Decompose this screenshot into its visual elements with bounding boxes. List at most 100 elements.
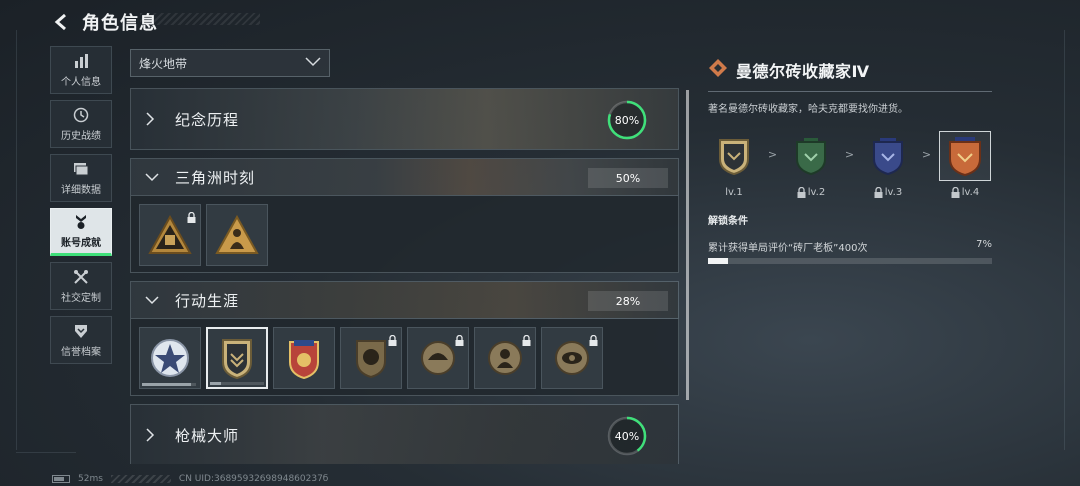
mode-dropdown[interactable]: 烽火地带 xyxy=(130,49,330,77)
diamond-icon xyxy=(708,58,728,82)
condition-percent: 7% xyxy=(976,239,992,250)
arrow-right-icon: > xyxy=(767,148,778,161)
frame-line-right xyxy=(1064,30,1065,450)
level-progression: lv.1 > lv.2 > lv.3 > lv.4 xyxy=(708,131,992,198)
condition-text: 累计获得单局评价“砖厂老板”400次 xyxy=(708,243,868,254)
arrow-right-icon: > xyxy=(844,148,855,161)
section-badges-delta-moments xyxy=(130,196,679,273)
sidebar-item-personal-info[interactable]: 个人信息 xyxy=(50,46,112,94)
section-title: 纪念历程 xyxy=(175,110,240,129)
badge-tile[interactable] xyxy=(139,204,201,266)
crest-shield-badge-icon xyxy=(289,340,319,380)
ping-text: 52ms xyxy=(78,474,103,484)
sidebar-item-label: 账号成就 xyxy=(61,238,101,249)
frame-line-left xyxy=(16,30,17,450)
badge-tile-locked[interactable] xyxy=(474,327,536,389)
orange-crest-shield-icon xyxy=(949,137,981,176)
brick-collector-shield-icon xyxy=(222,339,252,380)
progress-percent: 28% xyxy=(588,291,668,311)
chevron-right-icon xyxy=(145,112,165,126)
data-cards-icon xyxy=(72,160,90,178)
achievement-icon xyxy=(72,213,90,231)
level-3[interactable]: lv.3 xyxy=(862,131,914,198)
lock-icon xyxy=(589,331,598,350)
sidebar-item-label: 详细数据 xyxy=(61,185,101,196)
sidebar: 个人信息 历史战绩 详细数据 账号成就 社交定制 信誉档案 xyxy=(50,46,112,370)
section-header-delta-moments[interactable]: 三角洲时刻 50% xyxy=(130,158,679,196)
frame-line-bottom xyxy=(16,452,76,453)
arrow-right-icon: > xyxy=(921,148,932,161)
badge-tile-locked[interactable] xyxy=(541,327,603,389)
progress-percent: 80% xyxy=(614,113,640,127)
badge-tile-locked[interactable] xyxy=(407,327,469,389)
triangle-figure-badge-icon xyxy=(215,215,259,254)
sidebar-item-label: 信誉档案 xyxy=(61,347,101,358)
uid-text: CN UID:3689593269894860237б xyxy=(178,474,329,484)
gold-shield-icon xyxy=(719,139,749,175)
level-label: lv.2 xyxy=(797,187,825,198)
section-header-memorial[interactable]: 纪念历程 80% xyxy=(130,88,679,150)
achievement-detail-panel: 曼德尔砖收藏家Ⅳ 著名曼德尔砖收藏家，哈夫克都要找你进货。 lv.1 > lv.… xyxy=(708,58,992,264)
level-label: lv.3 xyxy=(874,187,902,198)
level-2[interactable]: lv.2 xyxy=(785,131,837,198)
footer-decoration xyxy=(110,475,171,483)
section-badges-operation-career xyxy=(130,319,679,396)
section-title: 枪械大师 xyxy=(175,426,240,445)
lock-icon xyxy=(797,187,806,198)
section-header-operation-career[interactable]: 行动生涯 28% xyxy=(130,281,679,319)
back-arrow-icon[interactable] xyxy=(52,12,72,32)
lock-icon xyxy=(951,187,960,198)
progress-percent: 50% xyxy=(588,168,668,188)
history-icon xyxy=(72,106,90,124)
section-title: 行动生涯 xyxy=(175,291,240,310)
section-header-weapon-master[interactable]: 枪械大师 40% xyxy=(130,404,679,464)
level-badge xyxy=(862,131,914,181)
chevron-down-icon xyxy=(145,295,165,305)
level-label: lv.1 xyxy=(725,187,743,198)
badge-tile-locked[interactable] xyxy=(340,327,402,389)
level-label: lv.4 xyxy=(951,187,979,198)
detail-title: 曼德尔砖收藏家Ⅳ xyxy=(736,62,870,81)
level-badge xyxy=(785,131,837,181)
divider xyxy=(708,91,992,92)
round-eye-badge-icon xyxy=(555,341,589,375)
level-badge-current xyxy=(939,131,991,181)
title-decoration xyxy=(140,13,260,25)
badge-tile-selected[interactable] xyxy=(206,327,268,389)
sidebar-item-label: 社交定制 xyxy=(61,293,101,304)
lock-icon xyxy=(187,208,196,227)
badge-tile[interactable] xyxy=(206,204,268,266)
sidebar-item-details[interactable]: 详细数据 xyxy=(50,154,112,202)
sidebar-item-label: 历史战绩 xyxy=(61,131,101,142)
detail-header: 曼德尔砖收藏家Ⅳ xyxy=(708,58,992,82)
lock-icon xyxy=(874,187,883,198)
battery-icon xyxy=(52,475,70,483)
badge-tile[interactable] xyxy=(273,327,335,389)
round-figure-badge-icon xyxy=(488,341,522,375)
star-emblem-badge-icon xyxy=(151,339,189,377)
lock-icon xyxy=(455,331,464,350)
sidebar-item-history[interactable]: 历史战绩 xyxy=(50,100,112,148)
sidebar-item-credit[interactable]: 信誉档案 xyxy=(50,316,112,364)
achievement-list: 纪念历程 80% 三角洲时刻 50% 行动生涯 28% 枪械大师 40% xyxy=(130,88,679,464)
condition-progress-fill xyxy=(708,258,728,264)
badge-tile[interactable] xyxy=(139,327,201,389)
lock-icon xyxy=(522,331,531,350)
unlock-condition-row: 累计获得单局评价“砖厂老板”400次 7% xyxy=(708,239,992,254)
list-scrollbar[interactable] xyxy=(686,90,689,400)
round-helmet-badge-icon xyxy=(421,341,455,375)
sidebar-item-achievements[interactable]: 账号成就 xyxy=(50,208,112,256)
progress-percent: 40% xyxy=(614,429,640,443)
dropdown-selected-value: 烽火地带 xyxy=(139,56,188,71)
tools-icon xyxy=(72,268,90,286)
sidebar-item-social[interactable]: 社交定制 xyxy=(50,262,112,310)
chevron-down-icon xyxy=(305,56,321,70)
level-badge xyxy=(708,131,760,181)
triangle-badge-icon xyxy=(148,215,192,254)
green-shield-icon xyxy=(796,138,826,175)
level-4[interactable]: lv.4 xyxy=(939,131,991,198)
status-footer: 52ms CN UID:3689593269894860237б xyxy=(52,474,328,484)
shield-skull-badge-icon xyxy=(356,340,386,379)
level-1[interactable]: lv.1 xyxy=(708,131,760,198)
unlock-conditions-title: 解锁条件 xyxy=(708,216,748,227)
